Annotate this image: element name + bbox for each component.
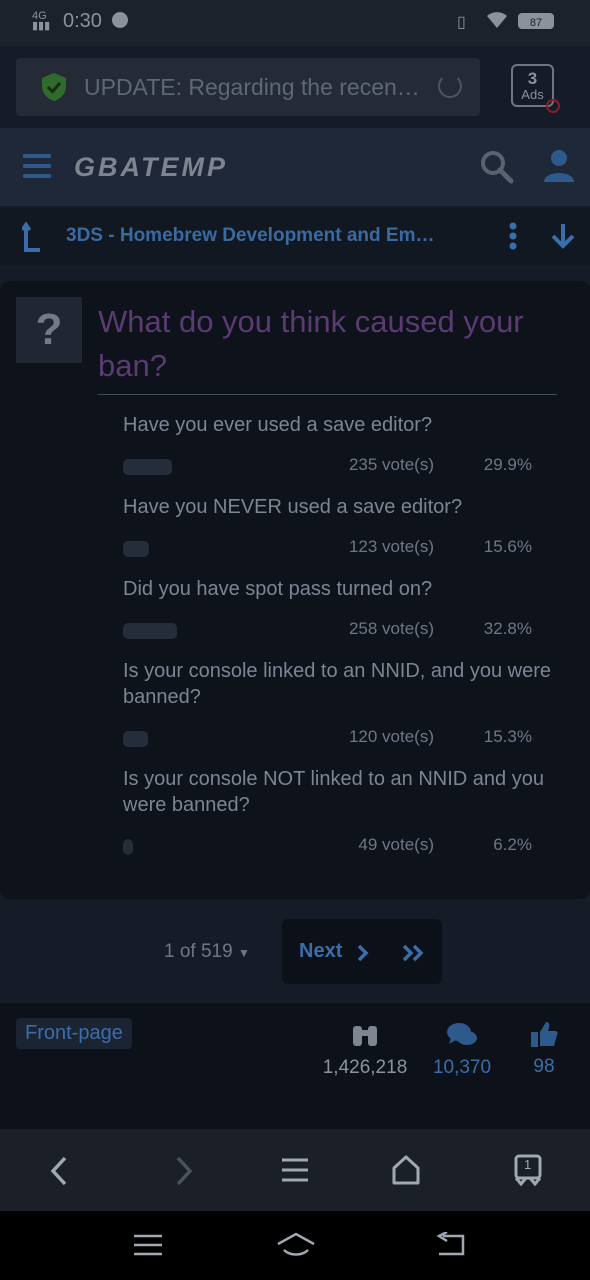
- page-selector[interactable]: 1 of 519 ▼: [164, 941, 250, 963]
- tabs-count: 1: [524, 1157, 532, 1172]
- likes-stat: 98: [522, 1020, 566, 1078]
- battery-icon: 87: [518, 13, 554, 29]
- shield-icon: [40, 72, 68, 102]
- poll-option-votes: 235 vote(s): [348, 455, 434, 474]
- views-stat: 1,426,218: [316, 1022, 414, 1079]
- poll-option[interactable]: Is your console linked to an NNID, and y…: [123, 658, 553, 754]
- views-count: 1,426,218: [322, 1057, 408, 1078]
- reload-icon[interactable]: [438, 74, 462, 98]
- poll-option-question: Have you NEVER used a save editor?: [123, 496, 463, 518]
- chevron-down-icon: ▼: [237, 946, 250, 960]
- status-bar: 4G ▮▮▮ 0:30 ▯ 87: [0, 0, 590, 46]
- ads-blocked-button[interactable]: 3 Ads: [511, 64, 560, 113]
- system-back-icon[interactable]: [435, 1232, 465, 1258]
- poll-option-question: Is your console linked to an NNID, and y…: [123, 660, 551, 708]
- poll-option-question: Did you have spot pass turned on?: [123, 578, 433, 600]
- poll-option-question: Have you ever used a save editor?: [123, 414, 433, 436]
- page-position: 1 of 519: [164, 941, 233, 962]
- tabs-icon[interactable]: 1: [513, 1154, 543, 1186]
- next-label: Next: [299, 940, 343, 962]
- poll-option-bar: [123, 459, 172, 475]
- forward-icon[interactable]: [174, 1156, 194, 1186]
- more-vertical-icon[interactable]: [509, 222, 517, 250]
- signal-icon: 4G ▮▮▮: [32, 10, 51, 32]
- next-page-button[interactable]: Next: [282, 919, 442, 984]
- poll-option-percent: 29.9%: [483, 455, 532, 474]
- poll-option-votes: 258 vote(s): [348, 619, 434, 638]
- comments-count: 10,370: [432, 1057, 492, 1078]
- search-icon[interactable]: [479, 149, 515, 185]
- front-page-tag[interactable]: Front-page: [16, 1018, 132, 1049]
- poll-option-percent: 15.6%: [483, 537, 532, 556]
- binoculars-icon: [316, 1022, 414, 1048]
- address-bar[interactable]: UPDATE: Regarding the recen…: [16, 58, 480, 116]
- poll-option-bar: [123, 731, 148, 747]
- back-icon[interactable]: [49, 1156, 69, 1186]
- poll-option-percent: 6.2%: [493, 835, 532, 854]
- user-icon[interactable]: [543, 148, 575, 182]
- thumbs-up-icon: [522, 1020, 566, 1048]
- wifi-icon: [485, 10, 509, 30]
- ads-label: Ads: [521, 87, 544, 102]
- menu-lines-icon[interactable]: [282, 1157, 308, 1183]
- ads-count: 3: [527, 69, 538, 88]
- poll-option[interactable]: Have you ever used a save editor? 235 vo…: [123, 412, 553, 482]
- vibrate-icon: ▯: [457, 14, 466, 31]
- poll-option-percent: 32.8%: [483, 619, 532, 638]
- likes-count: 98: [533, 1056, 555, 1077]
- site-logo[interactable]: GBATEMP: [74, 152, 228, 183]
- url-text: UPDATE: Regarding the recen…: [84, 74, 420, 100]
- comments-icon: [427, 1022, 497, 1048]
- poll-option[interactable]: Have you NEVER used a save editor? 123 v…: [123, 494, 553, 564]
- poll-option-votes: 123 vote(s): [348, 537, 434, 556]
- telegram-icon: [112, 12, 128, 28]
- poll-option[interactable]: Did you have spot pass turned on? 258 vo…: [123, 576, 553, 646]
- home-icon[interactable]: [391, 1154, 421, 1186]
- question-icon: ?: [16, 297, 82, 363]
- down-arrow-icon[interactable]: [550, 222, 576, 250]
- divider: [98, 394, 557, 395]
- recent-apps-icon[interactable]: [134, 1234, 162, 1256]
- poll-option-votes: 49 vote(s): [358, 835, 434, 854]
- menu-icon[interactable]: [23, 154, 51, 184]
- poll-option-votes: 120 vote(s): [348, 727, 434, 746]
- poll-option[interactable]: Is your console NOT linked to an NNID an…: [123, 766, 553, 862]
- last-page-icon[interactable]: [402, 944, 426, 962]
- comments-stat: 10,370: [427, 1022, 497, 1079]
- breadcrumb[interactable]: 3DS - Homebrew Development and Em…: [66, 225, 466, 247]
- chevron-right-icon: [357, 944, 369, 962]
- poll-option-question: Is your console NOT linked to an NNID an…: [123, 768, 544, 816]
- poll-option-bar: [123, 839, 133, 855]
- poll-option-bar: [123, 541, 149, 557]
- poll-title: What do you think caused your ban?: [98, 304, 524, 383]
- block-icon: [546, 99, 560, 113]
- poll-option-bar: [123, 623, 177, 639]
- up-arrow-icon[interactable]: [22, 222, 42, 252]
- clock: 0:30: [63, 10, 102, 32]
- system-home-icon[interactable]: [276, 1232, 316, 1258]
- poll-option-percent: 15.3%: [483, 727, 532, 746]
